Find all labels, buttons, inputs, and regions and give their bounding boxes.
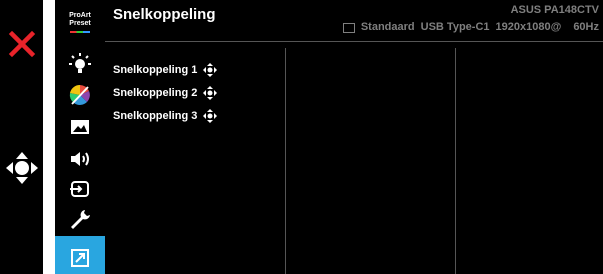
status-bar: Standaard USB Type-C1 1920x1080@ 60Hz [342, 21, 599, 33]
shortcut-label-1: Snelkoppeling 1 [113, 64, 198, 76]
shortcut-label-3: Snelkoppeling 3 [113, 110, 198, 122]
dpad-icon [203, 86, 218, 100]
shortcut-icon [71, 249, 89, 267]
column-divider-1 [285, 48, 286, 274]
menu-title: Snelkoppeling [113, 6, 216, 23]
sound-icon[interactable] [68, 148, 92, 170]
dpad-icon [203, 109, 218, 123]
proart-preset-logo[interactable]: ProArt Preset [55, 12, 105, 28]
status-input: USB Type-C1 [420, 21, 490, 33]
model-name: ASUS PA148CTV [510, 4, 599, 16]
joystick-icon[interactable] [4, 150, 40, 186]
shortcut-item-3[interactable]: Snelkoppeling 3 [113, 109, 218, 123]
shortcut-item-1[interactable]: Snelkoppeling 1 [113, 63, 218, 77]
shortcut-label-2: Snelkoppeling 2 [113, 87, 198, 99]
color-icon[interactable] [68, 84, 92, 106]
osd-sidebar: ProArt Preset [55, 0, 105, 274]
column-divider-2 [455, 48, 456, 274]
hotkey-strip [0, 0, 43, 274]
osd-main-panel: Snelkoppeling ASUS PA148CTV Standaard US… [105, 0, 603, 274]
proart-stripe [70, 31, 90, 33]
status-resolution: 1920x1080@ [495, 21, 562, 33]
brightness-icon[interactable] [68, 52, 92, 74]
close-icon[interactable] [8, 30, 36, 58]
status-preset: Standaard [360, 21, 415, 33]
image-icon[interactable] [68, 116, 92, 138]
header-divider [105, 41, 603, 42]
sidebar-item-shortcut[interactable] [55, 236, 105, 274]
status-refresh: 60Hz [573, 21, 599, 33]
monitor-icon [342, 23, 355, 33]
system-setup-icon[interactable] [68, 208, 92, 230]
input-select-icon[interactable] [68, 178, 92, 200]
dpad-icon [203, 63, 218, 77]
shortcut-item-2[interactable]: Snelkoppeling 2 [113, 86, 218, 100]
